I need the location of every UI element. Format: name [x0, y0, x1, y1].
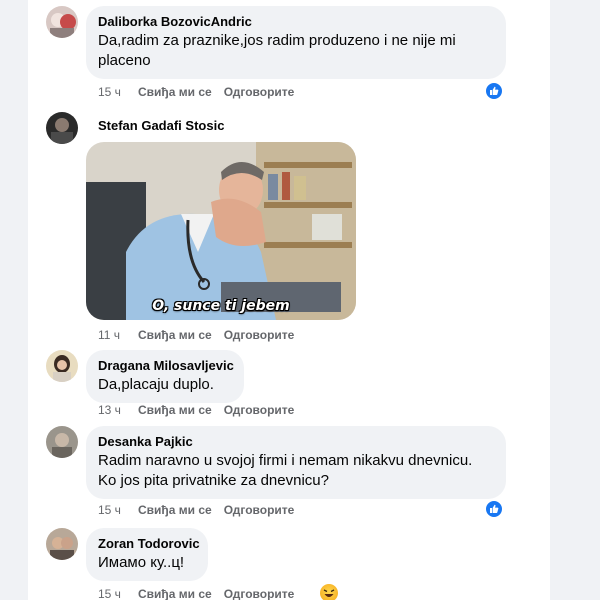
comment-author[interactable]: Daliborka BozovicAndric — [98, 14, 494, 30]
avatar[interactable] — [46, 528, 78, 560]
comment-timestamp[interactable]: 15 ч — [98, 586, 138, 600]
avatar[interactable] — [46, 426, 78, 458]
gif-caption: O, sunce ti jebem — [152, 298, 290, 314]
reply-button[interactable]: Одговорите — [224, 327, 295, 343]
comment-timestamp[interactable]: 15 ч — [98, 84, 138, 100]
like-button[interactable]: Свиђа ми се — [138, 502, 212, 518]
avatar[interactable] — [46, 112, 78, 144]
like-reaction-icon[interactable] — [485, 500, 503, 518]
comment-actions: 15 ч Свиђа ми се Одговорите — [98, 502, 306, 518]
comment-bubble: Desanka Pajkic Radim naravno u svojoj fi… — [86, 426, 506, 499]
like-button[interactable]: Свиђа ми се — [138, 84, 212, 100]
comment-author[interactable]: Zoran Todorovic — [98, 536, 200, 552]
like-button[interactable]: Свиђа ми се — [138, 586, 212, 600]
haha-reaction-icon[interactable] — [320, 584, 338, 600]
comment-author[interactable]: Desanka Pajkic — [98, 434, 494, 450]
reply-button[interactable]: Одговорите — [224, 84, 295, 100]
comment-bubble: Daliborka BozovicAndric Da,radim za praz… — [86, 6, 506, 79]
comment-actions: 11 ч Свиђа ми се Одговорите — [98, 327, 306, 343]
like-reaction-icon[interactable] — [485, 82, 503, 100]
comment-author[interactable]: Dragana Milosavljevic — [98, 358, 234, 374]
reply-button[interactable]: Одговорите — [224, 586, 295, 600]
comment-bubble: Zoran Todorovic Имамо ку..ц! — [86, 528, 208, 581]
comment-timestamp[interactable]: 13 ч — [98, 402, 138, 418]
like-button[interactable]: Свиђа ми се — [138, 402, 212, 418]
avatar[interactable] — [46, 350, 78, 382]
comment-text: Da,placaju duplo. — [98, 376, 214, 393]
comment-actions: 15 ч Свиђа ми се Одговорите — [98, 586, 306, 600]
comment-timestamp[interactable]: 11 ч — [98, 327, 138, 343]
like-button[interactable]: Свиђа ми се — [138, 327, 212, 343]
comment-timestamp[interactable]: 15 ч — [98, 502, 138, 518]
comment-author[interactable]: Stefan Gadafi Stosic — [98, 118, 224, 134]
comments-panel: Daliborka BozovicAndric Da,radim za praz… — [28, 0, 550, 600]
reply-button[interactable]: Одговорите — [224, 502, 295, 518]
gif-image[interactable]: O, sunce ti jebem — [86, 142, 356, 320]
comment-actions: 15 ч Свиђа ми се Одговорите — [98, 84, 306, 100]
comment-text: Имамо ку..ц! — [98, 554, 185, 571]
comment-bubble: Dragana Milosavljevic Da,placaju duplo. — [86, 350, 244, 403]
avatar[interactable] — [46, 6, 78, 38]
reply-button[interactable]: Одговорите — [224, 402, 295, 418]
comment-text: Da,radim za praznike,jos radim produzeno… — [98, 32, 456, 69]
comment-actions: 13 ч Свиђа ми се Одговорите — [98, 402, 306, 418]
comment-text: Radim naravno u svojoj firmi i nemam nik… — [98, 452, 473, 489]
